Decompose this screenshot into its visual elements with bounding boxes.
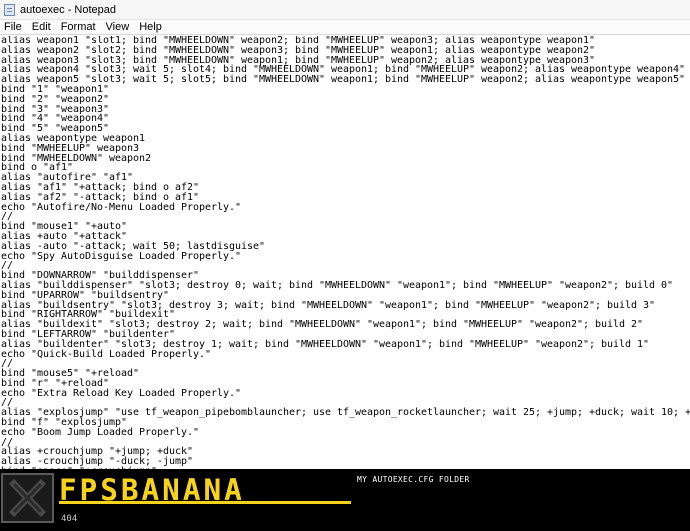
editor-line: echo "Quick-Build Loaded Properly.": [1, 348, 212, 360]
brand-underline: [59, 501, 351, 504]
editor-content[interactable]: alias weapon1 "slot1; bind "MWHEELDOWN" …: [0, 36, 690, 469]
banner-code: 404: [61, 514, 78, 524]
x-logo-icon: [1, 473, 54, 523]
editor-line: echo "Boom Jump Loaded Properly.": [1, 426, 200, 438]
menu-view[interactable]: View: [102, 20, 136, 35]
editor-line: echo "Extra Reload Key Loaded Properly.": [1, 387, 242, 399]
editor-line: bind "MWHEELDOWN" weapon2: [1, 152, 152, 164]
menu-edit[interactable]: Edit: [28, 20, 57, 35]
title-bar: autoexec - Notepad: [0, 0, 690, 20]
notepad-icon: [4, 3, 15, 16]
text-editor[interactable]: alias weapon1 "slot1; bind "MWHEELDOWN" …: [0, 36, 690, 469]
fpsbanana-banner: FPSBANANA MY AUTOEXEC.CFG FOLDER 404: [0, 469, 690, 531]
menu-format[interactable]: Format: [57, 20, 102, 35]
window-title: autoexec - Notepad: [20, 3, 117, 16]
editor-line: echo "Spy AutoDisguise Loaded Properly.": [1, 250, 242, 262]
menu-help[interactable]: Help: [135, 20, 168, 35]
banner-caption: MY AUTOEXEC.CFG FOLDER: [357, 475, 470, 484]
menu-file[interactable]: File: [0, 20, 28, 35]
editor-line: echo "Autofire/No-Menu Loaded Properly.": [1, 201, 242, 213]
menu-bar: File Edit Format View Help: [0, 20, 690, 35]
